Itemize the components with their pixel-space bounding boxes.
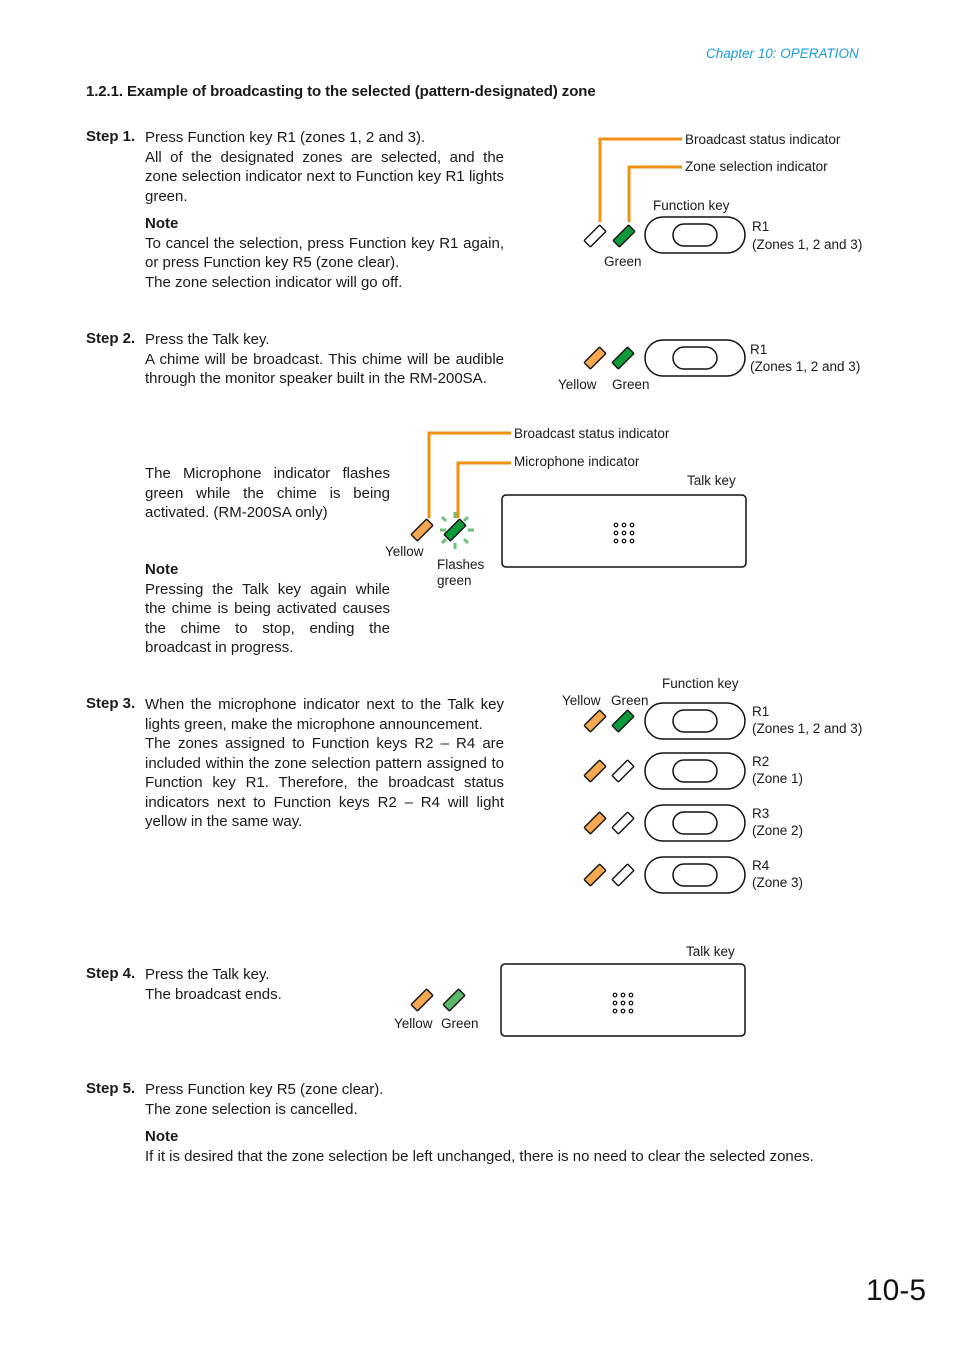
d1-callout-zone: Zone selection indicator [685, 159, 828, 174]
d3-function-key-r1[interactable] [644, 702, 746, 740]
d3-key-zones: (Zone 1) [752, 771, 804, 786]
d4-talk-key-label: Talk key [686, 944, 735, 959]
d3-r3-broadcast-indicator-yellow [583, 811, 607, 835]
d3-r3-zone-indicator-off [611, 811, 635, 835]
d2b-broadcast-indicator-yellow [410, 518, 434, 542]
d4-talk-key[interactable] [500, 963, 746, 1037]
d2b-leader-broadcast [427, 431, 511, 518]
d2b-flash-label-2: green [437, 573, 472, 588]
d2-key-name: R1 [750, 342, 768, 357]
d3-function-key-r2[interactable] [644, 752, 746, 790]
d2b-callout-broadcast: Broadcast status indicator [514, 426, 670, 441]
d4-broadcast-indicator-yellow [410, 988, 434, 1012]
d3-key-name: R2 [752, 754, 770, 769]
d3-row-r3 [583, 804, 746, 842]
page-number: 10-5 [866, 1274, 927, 1307]
d3-key-rows [583, 702, 746, 894]
diagram-graphics [410, 137, 747, 1037]
d2b-talk-key-label: Talk key [687, 473, 736, 488]
d1-indicators [583, 224, 636, 248]
d3-row-r2 [583, 752, 746, 790]
d3-key-zones: (Zones 1, 2 and 3) [752, 721, 863, 736]
d3-function-key-label: Function key [662, 676, 739, 691]
d2-key-zones: (Zones 1, 2 and 3) [750, 359, 861, 374]
d4-mic-indicator-green [442, 988, 466, 1012]
d3-row-r1 [583, 702, 746, 740]
d3-function-key-r4[interactable] [644, 856, 746, 894]
d2-broadcast-indicator-yellow [583, 346, 607, 370]
d2-function-key-r1[interactable] [644, 339, 746, 377]
d1-function-key-label: Function key [653, 198, 730, 213]
d3-key-zones: (Zone 2) [752, 823, 804, 838]
d2-zone-indicator-green [611, 346, 635, 370]
d2-yellow-label: Yellow [558, 377, 597, 392]
d3-r1-zone-indicator-green [611, 709, 635, 733]
d3-r2-broadcast-indicator-yellow [583, 759, 607, 783]
d2b-callout-mic: Microphone indicator [514, 454, 640, 469]
d3-key-name: R4 [752, 858, 770, 873]
d1-zone-indicator-green [612, 224, 636, 248]
d3-r2-zone-indicator-off [611, 759, 635, 783]
d3-green-label: Green [611, 693, 649, 708]
d2b-leader-lines [427, 431, 511, 518]
d3-key-name: R3 [752, 806, 770, 821]
d3-r1-broadcast-indicator-yellow [583, 709, 607, 733]
d1-key-zones: (Zones 1, 2 and 3) [752, 237, 863, 252]
d2b-mic-indicator-flashing [443, 518, 467, 542]
d3-r4-broadcast-indicator-yellow [583, 863, 607, 887]
d1-green-label: Green [604, 254, 642, 269]
d1-broadcast-indicator-off [583, 224, 607, 248]
d3-row-r4 [583, 856, 746, 894]
d4-green-label: Green [441, 1016, 479, 1031]
d2-green-label: Green [612, 377, 650, 392]
d2b-indicators [410, 518, 467, 542]
d1-callout-broadcast: Broadcast status indicator [685, 132, 841, 147]
d3-key-name: R1 [752, 704, 770, 719]
d4-speaker-grille-icon [612, 992, 634, 1014]
d1-function-key-r1[interactable] [644, 216, 746, 254]
d3-function-key-r3[interactable] [644, 804, 746, 842]
d2-indicators [583, 346, 635, 370]
d4-yellow-label: Yellow [394, 1016, 433, 1031]
d3-key-zones: (Zone 3) [752, 875, 804, 890]
d3-r4-zone-indicator-off [611, 863, 635, 887]
d4-indicators [410, 988, 466, 1012]
d2b-yellow-label: Yellow [385, 544, 424, 559]
d2b-speaker-grille-icon [613, 522, 635, 544]
d2b-flash-label-1: Flashes [437, 557, 485, 572]
d1-key-name: R1 [752, 219, 770, 234]
d2b-talk-key[interactable] [501, 494, 747, 568]
d3-yellow-label: Yellow [562, 693, 601, 708]
